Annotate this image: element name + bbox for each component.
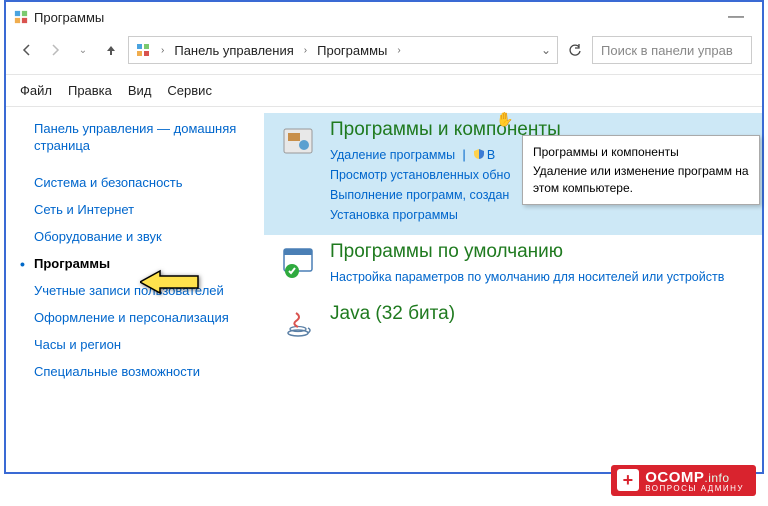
menu-edit[interactable]: Правка bbox=[68, 83, 112, 98]
watermark-sub: ВОПРОСЫ АДМИНУ bbox=[645, 485, 744, 493]
link-default-programs-settings[interactable]: Настройка параметров по умолчанию для но… bbox=[330, 267, 744, 287]
category-default-programs: Программы по умолчанию Настройка парамет… bbox=[264, 235, 762, 297]
java-icon bbox=[280, 307, 316, 343]
shield-icon bbox=[473, 148, 485, 163]
default-programs-heading[interactable]: Программы по умолчанию bbox=[330, 241, 744, 263]
link-uninstall-program[interactable]: Удаление программы bbox=[330, 148, 455, 162]
breadcrumb-root[interactable]: Панель управления bbox=[174, 43, 293, 58]
cursor-icon: ✋ bbox=[496, 111, 513, 128]
sidebar-item[interactable]: Часы и регион bbox=[34, 331, 254, 358]
default-programs-icon bbox=[280, 245, 316, 281]
main-content: Программы и компоненты Удаление программ… bbox=[264, 107, 762, 479]
search-input[interactable]: Поиск в панели управ bbox=[592, 36, 752, 64]
category-java: Java (32 бита) bbox=[264, 297, 762, 353]
app-icon bbox=[14, 10, 28, 24]
sidebar-item[interactable]: Система и безопасность bbox=[34, 169, 254, 196]
address-bar: ⌄ › Панель управления › Программы › ⌄ По… bbox=[6, 32, 762, 75]
tooltip-title: Программы и компоненты bbox=[533, 144, 749, 161]
sidebar-item[interactable]: Специальные возможности bbox=[34, 358, 254, 385]
chevron-right-icon[interactable]: › bbox=[304, 45, 307, 56]
search-placeholder: Поиск в панели управ bbox=[601, 43, 733, 58]
titlebar: Программы — bbox=[6, 2, 762, 32]
sidebar-item[interactable]: Оформление и персонализация bbox=[34, 304, 254, 331]
plus-icon: + bbox=[617, 469, 639, 491]
link-windows-features[interactable]: В bbox=[487, 148, 495, 162]
forward-button[interactable] bbox=[44, 39, 66, 61]
link-install-program[interactable]: Установка программы bbox=[330, 205, 744, 225]
control-panel-window: Программы — ⌄ › Панель управления › Прог… bbox=[4, 0, 764, 474]
tooltip: Программы и компоненты Удаление или изме… bbox=[522, 135, 760, 205]
programs-features-icon bbox=[280, 123, 316, 159]
breadcrumb-icon bbox=[135, 42, 151, 58]
sidebar: Панель управления — домашняя страница Си… bbox=[6, 107, 264, 479]
java-heading[interactable]: Java (32 бита) bbox=[330, 303, 744, 325]
chevron-right-icon[interactable]: › bbox=[397, 45, 400, 56]
up-button[interactable] bbox=[100, 39, 122, 61]
menubar: Файл Правка Вид Сервис bbox=[6, 75, 762, 107]
sidebar-item[interactable]: Сеть и Интернет bbox=[34, 196, 254, 223]
refresh-button[interactable] bbox=[564, 39, 586, 61]
back-button[interactable] bbox=[16, 39, 38, 61]
minimize-button[interactable]: — bbox=[718, 8, 754, 26]
tooltip-body: Удаление или изменение программ на этом … bbox=[533, 163, 749, 197]
watermark: + OCOMP.info ВОПРОСЫ АДМИНУ bbox=[611, 465, 756, 496]
sidebar-home-link[interactable]: Панель управления — домашняя страница bbox=[34, 121, 254, 155]
breadcrumb-section[interactable]: Программы bbox=[317, 43, 387, 58]
watermark-suffix: .info bbox=[704, 471, 729, 485]
address-dropdown[interactable]: ⌄ bbox=[541, 43, 551, 57]
recent-button[interactable]: ⌄ bbox=[72, 39, 94, 61]
menu-view[interactable]: Вид bbox=[128, 83, 152, 98]
menu-tools[interactable]: Сервис bbox=[167, 83, 212, 98]
window-title: Программы bbox=[34, 10, 718, 25]
chevron-right-icon[interactable]: › bbox=[161, 45, 164, 56]
annotation-arrow bbox=[140, 269, 200, 298]
menu-file[interactable]: Файл bbox=[20, 83, 52, 98]
breadcrumb-box[interactable]: › Панель управления › Программы › ⌄ bbox=[128, 36, 558, 64]
sidebar-item[interactable]: Оборудование и звук bbox=[34, 223, 254, 250]
